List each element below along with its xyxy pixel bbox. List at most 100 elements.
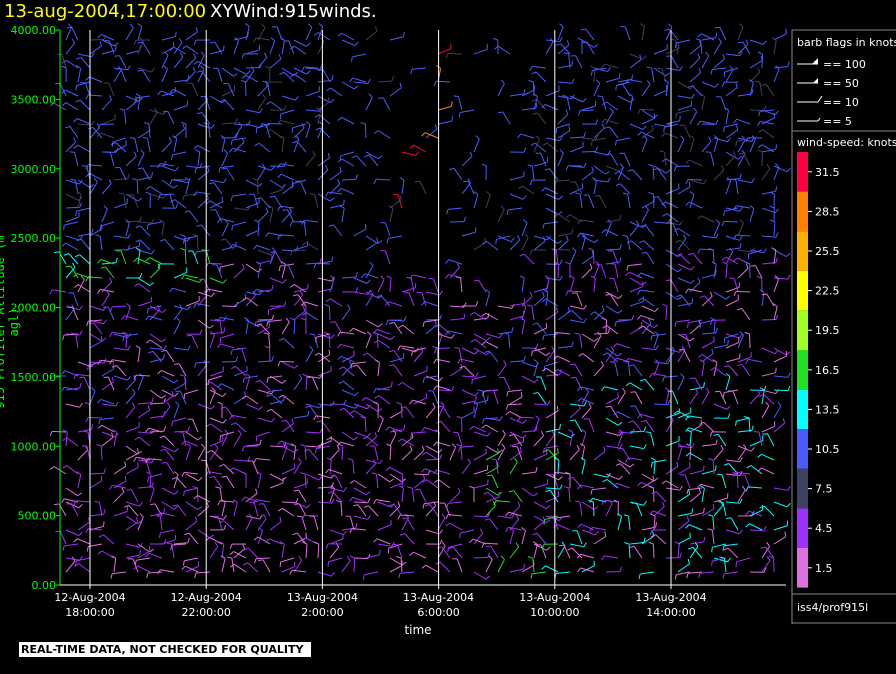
wind-barb xyxy=(214,318,223,335)
wind-barb xyxy=(530,142,547,153)
wind-barb xyxy=(137,125,151,139)
wind-barb xyxy=(309,193,319,209)
wind-barb xyxy=(295,180,307,195)
wind-barb xyxy=(662,213,679,223)
wind-barb xyxy=(125,515,143,525)
wind-barb xyxy=(593,446,606,461)
wind-barb xyxy=(605,499,613,517)
wind-barb xyxy=(389,322,403,335)
wind-barb xyxy=(773,501,791,508)
wind-barb xyxy=(461,389,479,397)
wind-barb xyxy=(300,444,307,461)
wind-barb xyxy=(193,303,211,309)
wind-barb xyxy=(639,23,645,41)
wind-barb xyxy=(264,345,271,363)
wind-barb xyxy=(61,65,67,83)
wind-barb xyxy=(305,86,320,97)
wind-barb xyxy=(665,408,680,419)
wind-barb xyxy=(294,503,307,517)
wind-barb xyxy=(85,76,103,83)
wind-barb xyxy=(221,301,239,307)
wind-barb xyxy=(749,39,767,46)
wind-barb xyxy=(757,453,775,461)
wind-barb xyxy=(137,481,154,489)
wind-barb xyxy=(581,41,595,55)
wind-barb xyxy=(77,228,94,237)
wind-barb xyxy=(101,147,119,153)
wind-barb xyxy=(352,364,367,377)
wind-barb xyxy=(267,305,283,316)
wind-barb xyxy=(713,53,726,69)
wind-barb xyxy=(377,76,394,83)
wind-barb xyxy=(75,99,91,111)
wind-barb xyxy=(349,496,367,503)
wind-barb xyxy=(677,508,694,517)
wind-barb xyxy=(73,373,91,379)
wind-barb xyxy=(410,67,427,75)
wind-barb xyxy=(473,44,488,55)
wind-barb xyxy=(279,557,295,568)
wind-barb xyxy=(329,275,335,293)
wind-barb xyxy=(338,443,344,461)
wind-barb xyxy=(137,149,145,167)
wind-barb xyxy=(637,413,655,419)
wind-barb xyxy=(758,129,775,139)
wind-barb xyxy=(341,272,358,279)
wind-barb xyxy=(594,195,607,209)
time-gridlines xyxy=(89,30,672,585)
wind-barb xyxy=(527,556,535,573)
wind-barb xyxy=(739,474,751,489)
wind-barb xyxy=(149,389,166,399)
wind-barb xyxy=(155,514,163,531)
wind-barb xyxy=(401,445,413,461)
wind-barb xyxy=(609,361,619,377)
wind-barb xyxy=(727,390,739,405)
wind-barb xyxy=(413,445,425,461)
wind-barb xyxy=(737,247,755,253)
wind-barb xyxy=(452,431,463,447)
wind-barb xyxy=(557,228,574,237)
wind-barb xyxy=(217,500,235,506)
wind-barb xyxy=(197,501,209,517)
wind-barb xyxy=(137,397,154,405)
wind-barb xyxy=(457,358,475,364)
wind-barb xyxy=(662,375,679,383)
y-tick-label: 4000.00 xyxy=(11,24,57,37)
wind-barb xyxy=(253,458,271,464)
wind-barb xyxy=(277,173,295,181)
wind-barb xyxy=(63,221,79,231)
wind-barb xyxy=(49,289,67,295)
wind-barb xyxy=(773,401,782,419)
wind-barb xyxy=(351,155,367,167)
wind-barb xyxy=(485,555,493,573)
wind-barb xyxy=(185,277,203,283)
wind-barb xyxy=(353,487,371,496)
wind-barb xyxy=(653,85,668,97)
wind-barb xyxy=(735,557,751,567)
wind-barb xyxy=(677,345,686,363)
wind-barb xyxy=(625,382,643,391)
wind-barb xyxy=(226,556,235,573)
wind-barb xyxy=(317,498,335,504)
wind-barb xyxy=(207,449,223,461)
wind-barb xyxy=(328,224,343,237)
wind-barb xyxy=(236,347,247,363)
wind-barb xyxy=(750,265,763,279)
wind-barb xyxy=(169,287,187,293)
wind-barb xyxy=(433,80,451,86)
wind-barb xyxy=(371,472,379,489)
x-tick-time: 6:00:00 xyxy=(417,606,459,619)
wind-barb xyxy=(680,474,691,489)
wind-barb xyxy=(257,355,274,363)
wind-barb xyxy=(570,376,583,391)
wind-barb xyxy=(723,364,739,377)
wind-barb xyxy=(137,69,151,83)
wind-barb xyxy=(206,423,223,433)
wind-barb xyxy=(488,389,499,405)
wind-barb xyxy=(180,247,187,265)
wind-barb xyxy=(209,45,225,55)
wind-barb xyxy=(185,296,200,307)
wind-barb xyxy=(641,109,658,119)
x-tick-time: 22:00:00 xyxy=(181,606,230,619)
wind-barb xyxy=(81,445,91,461)
